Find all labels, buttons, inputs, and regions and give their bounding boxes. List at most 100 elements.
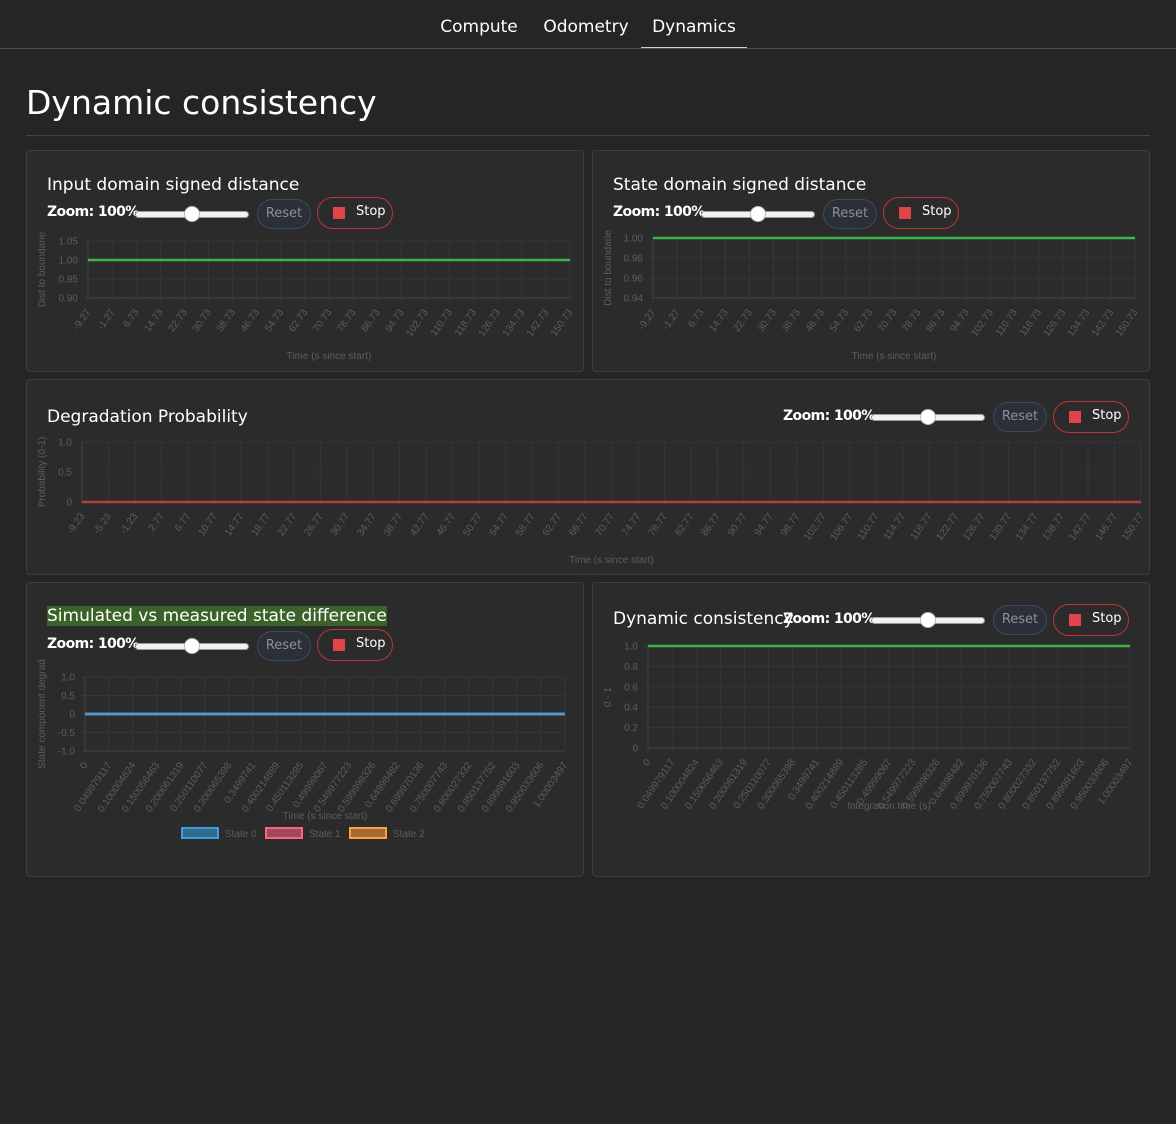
x-tick-label: 110.73 xyxy=(429,307,455,338)
state-domain-panel: State domain signed distance Zoom: 100% … xyxy=(592,150,1150,372)
legend-swatch xyxy=(265,827,303,839)
x-tick-label: 94.73 xyxy=(948,307,972,334)
x-tick-label: 62.73 xyxy=(852,307,876,334)
x-tick-label: 90.77 xyxy=(726,511,750,538)
x-tick-label: 142.77 xyxy=(1067,511,1094,543)
x-tick-label: 58.77 xyxy=(514,511,538,538)
x-tick-label: 126.77 xyxy=(961,511,988,543)
x-tick-label: 42.77 xyxy=(408,511,432,538)
x-tick-label: 118.77 xyxy=(909,511,935,542)
x-tick-label: 0 xyxy=(641,757,653,768)
x-tick-label: 38.73 xyxy=(780,307,804,334)
input-domain-chart: 1.05 1.00 0.95 0.90 -9.27 -1.27 6.73 14.73 22.73… xyxy=(37,231,576,362)
x-tick-label: 94.77 xyxy=(752,511,776,538)
y-tick-label: 0.5 xyxy=(61,691,75,702)
y-tick-label: 0.6 xyxy=(624,682,638,693)
x-tick-label: 134.77 xyxy=(1014,511,1041,543)
x-tick-label: -9.27 xyxy=(636,307,658,332)
x-tick-label: -1.27 xyxy=(660,307,682,332)
x-tick-label: 110.77 xyxy=(856,511,882,542)
x-tick-label: 46.77 xyxy=(435,511,459,538)
dynamic-consistency-panel: Dynamic consistency Zoom: 100% Reset Sto… xyxy=(592,582,1150,877)
x-tick-label: 38.77 xyxy=(382,511,406,538)
x-axis-title: Time (s since start) xyxy=(283,811,368,822)
x-tick-label: 14.73 xyxy=(142,307,166,334)
x-axis-title: Integration time (s) xyxy=(847,801,930,812)
x-tick-label: 146.77 xyxy=(1093,511,1120,543)
x-tick-label: 2.77 xyxy=(147,511,167,534)
legend-label: State 1 xyxy=(309,829,341,840)
x-tick-label: 6.77 xyxy=(173,511,193,534)
y-tick-label: 1.00 xyxy=(624,234,644,245)
x-tick-label: 94.73 xyxy=(383,307,407,334)
y-tick-label: -1.0 xyxy=(58,747,76,758)
x-axis-title: Time (s since start) xyxy=(852,351,937,362)
x-tick-label: 86.73 xyxy=(359,307,383,334)
x-tick-label: 114.77 xyxy=(882,511,908,542)
x-tick-label: 62.73 xyxy=(287,307,311,334)
x-tick-label: 138.77 xyxy=(1040,511,1067,543)
x-tick-label: 30.73 xyxy=(191,307,215,334)
x-tick-label: 126.73 xyxy=(477,307,504,339)
y-tick-label: 0.2 xyxy=(624,723,638,734)
y-tick-label: 0.98 xyxy=(624,254,644,265)
x-tick-label: 102.77 xyxy=(802,511,829,543)
x-tick-label: 54.77 xyxy=(488,511,512,538)
x-tick-label: 46.73 xyxy=(239,307,263,334)
y-tick-label: 0.4 xyxy=(624,703,638,714)
x-tick-label: 22.73 xyxy=(166,307,190,334)
x-tick-label: 66.77 xyxy=(567,511,591,538)
x-tick-label: 54.73 xyxy=(828,307,852,334)
x-tick-label: 102.73 xyxy=(404,307,431,339)
x-tick-label: 46.73 xyxy=(804,307,828,334)
x-tick-label: 70.73 xyxy=(876,307,900,334)
y-axis-title: State component degrad xyxy=(37,659,48,769)
input-domain-panel: Input domain signed distance Zoom: 100% … xyxy=(26,150,584,372)
y-tick-label: 1.00 xyxy=(59,256,79,267)
y-tick-label: 0.94 xyxy=(624,294,644,305)
x-tick-label: 126.73 xyxy=(1042,307,1069,339)
y-tick-label: 0 xyxy=(632,744,638,755)
degradation-chart: 1.0 0.5 0 -9.23 -5.23 -1.23 2.77 6.77 10.77 14.77… xyxy=(37,437,1147,566)
legend-swatch xyxy=(349,827,387,839)
x-tick-label: 78.73 xyxy=(900,307,924,334)
x-tick-label: 142.73 xyxy=(525,307,552,339)
x-tick-label: 54.73 xyxy=(263,307,287,334)
x-tick-label: 22.73 xyxy=(731,307,755,334)
x-tick-label: 150.73 xyxy=(549,307,576,339)
x-tick-label: 122.77 xyxy=(935,511,962,543)
y-axis-title: 0 - 1 xyxy=(603,687,614,707)
tab-bar: Compute Odometry Dynamics xyxy=(0,0,1176,49)
y-tick-label: 0 xyxy=(69,710,75,721)
x-tick-label: 30.77 xyxy=(329,511,353,538)
x-tick-label: 98.77 xyxy=(779,511,803,538)
y-tick-label: 0 xyxy=(66,498,72,509)
x-tick-label: 0 xyxy=(78,760,90,771)
x-tick-label: 18.77 xyxy=(249,511,273,538)
x-tick-label: -5.23 xyxy=(92,511,114,536)
y-tick-label: 0.95 xyxy=(59,275,79,286)
x-tick-label: 14.73 xyxy=(707,307,731,334)
x-tick-label: 118.73 xyxy=(453,307,479,338)
y-tick-label: 0.5 xyxy=(58,468,72,479)
x-tick-label: 86.73 xyxy=(924,307,948,334)
x-tick-label: 70.77 xyxy=(594,511,618,538)
dynamic-consistency-chart: 1.00.80.60.40.2000.0499791170.1000048240… xyxy=(603,642,1136,813)
y-axis-title: Probability (0-1) xyxy=(37,437,48,508)
tab-compute[interactable]: Compute xyxy=(440,17,518,48)
y-axis-title: Dist to boundarie xyxy=(37,231,48,307)
x-tick-label: -1.27 xyxy=(95,307,117,332)
degradation-panel: Degradation Probability Zoom: 100% Reset… xyxy=(26,379,1150,575)
x-tick-label: -1.23 xyxy=(118,511,140,536)
tab-odometry[interactable]: Odometry xyxy=(541,17,631,48)
x-tick-label: 74.77 xyxy=(620,511,644,538)
x-tick-label: 86.77 xyxy=(699,511,723,538)
y-axis-title: Dist to boundarie xyxy=(603,230,614,306)
x-tick-label: 110.73 xyxy=(994,307,1020,338)
legend-label: State 2 xyxy=(393,829,425,840)
x-tick-label: 150.77 xyxy=(1120,511,1147,543)
title-divider xyxy=(26,135,1150,136)
x-tick-label: 142.73 xyxy=(1090,307,1117,339)
page-title: Dynamic consistency xyxy=(26,83,377,122)
tab-dynamics[interactable]: Dynamics xyxy=(641,17,747,48)
